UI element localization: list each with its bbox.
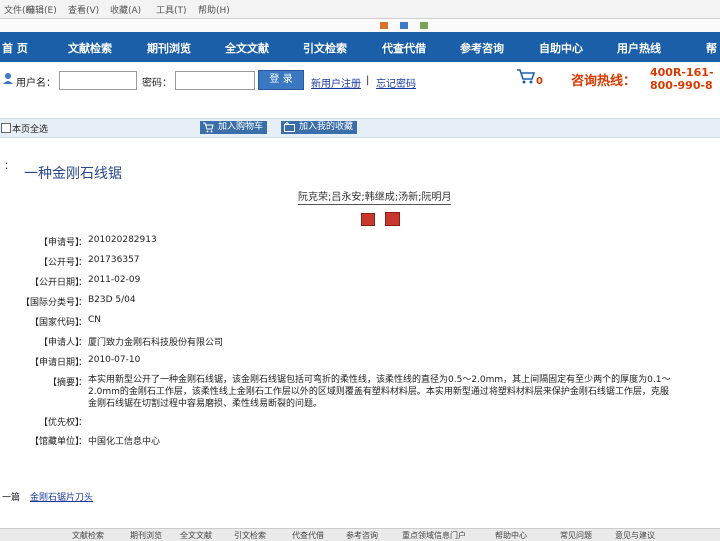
action-bar: 本页全选 加入购物车 加入我的收藏 [0,118,720,138]
hotline-number-2: 800-990-8 [650,79,713,92]
publication-number-value: 201736357 [88,255,140,265]
record-authors[interactable]: 阮克荣;吕永安;韩继成;汤新;阮明月 [298,188,452,205]
password-input[interactable] [175,71,255,90]
toolbar-icon[interactable] [400,22,408,29]
colon: ： [78,437,88,447]
colon: ： [78,298,88,308]
footer-document-delivery[interactable]: 代查代借 [292,530,324,541]
hotline-label: 咨询热线： [571,74,637,89]
nav-document-delivery[interactable]: 代查代借 [382,40,426,56]
nav-literature-search[interactable]: 文献检索 [68,40,112,56]
toolbar-icon[interactable] [380,22,388,29]
nav-self-service[interactable]: 自助中心 [539,40,583,56]
login-button[interactable]: 登 录 [258,70,304,90]
password-label: 密码： [142,78,172,89]
publication-date-value: 2011-02-09 [88,275,141,285]
folder-icon [284,122,295,132]
username-label: 用户名： [16,78,56,89]
hotline-number-1: 400R-161- [650,66,714,79]
nav-reference-consult[interactable]: 参考咨询 [460,40,504,56]
footer-citation-search[interactable]: 引文检索 [234,530,266,541]
nav-user-hotline[interactable]: 用户热线 [617,40,661,56]
related-link[interactable]: 金刚石锯片刀头 [30,490,93,503]
cart-icon [203,122,214,133]
add-cart-label: 加入购物车 [218,122,264,132]
footer-portal[interactable]: 重点领域信息门户 [402,530,466,541]
ipc-value: B23D 5/04 [88,295,136,305]
footer-nav: 文献检索 期刊浏览 全文文献 引文检索 代查代借 参考咨询 重点领域信息门户 帮… [0,528,720,541]
user-icon [2,72,14,84]
cart-count: 0 [536,76,543,87]
add-favorite-label: 加入我的收藏 [299,122,354,132]
applicant-value: 厦门致力金刚石科技股份有限公司 [88,338,224,348]
register-link[interactable]: 新用户注册 [311,75,361,90]
footer-help-center[interactable]: 帮助中心 [495,530,527,541]
nav-journal-browse[interactable]: 期刊浏览 [147,40,191,56]
application-date-value: 2010-07-10 [88,355,141,365]
colon: ： [78,278,88,288]
main-nav: 首 页 文献检索 期刊浏览 全文文献 引文检索 代查代借 参考咨询 自助中心 用… [0,32,720,62]
colon: ： [78,338,88,348]
menu-favorites[interactable]: 收藏(A) [110,3,141,16]
menu-edit[interactable]: 编辑(E) [26,3,57,16]
holding-agency-value: 中国化工信息中心 [88,437,161,447]
menu-tools[interactable]: 工具(T) [156,3,187,16]
abstract-value: 本实用新型公开了一种金刚石线锯，该金刚石线锯包括可弯折的柔性线，该柔性线的直径为… [88,375,671,409]
cart-icon[interactable] [516,68,536,84]
separator: | [366,75,370,86]
add-favorite-button[interactable]: 加入我的收藏 [281,121,358,134]
download-icon[interactable] [361,213,375,226]
application-number-value: 201020282913 [88,235,157,245]
folder-save-icon[interactable] [385,212,400,226]
menu-help[interactable]: 帮助(H) [198,3,230,16]
footer-feedback[interactable]: 意见与建议 [615,530,655,541]
colon: ： [78,238,88,248]
browser-menubar: 文件(F) 编辑(E) 查看(V) 收藏(A) 工具(T) 帮助(H) [0,0,720,19]
browser-toolbar [0,19,720,33]
record-title: 一种金刚石线锯 [24,166,122,182]
footer-literature-search[interactable]: 文献检索 [72,530,104,541]
add-cart-button[interactable]: 加入购物车 [200,121,268,134]
footer-journal-browse[interactable]: 期刊浏览 [130,530,162,541]
colon: ： [78,318,88,328]
footer-faq[interactable]: 常见问题 [560,530,592,541]
nav-citation-search[interactable]: 引文检索 [303,40,347,56]
footer-reference-consult[interactable]: 参考咨询 [346,530,378,541]
related-label: 一篇 [2,493,21,503]
footer-fulltext[interactable]: 全文文献 [180,530,212,541]
country-code-value: CN [88,315,102,325]
nav-help[interactable]: 帮 [706,40,717,56]
toolbar-icon[interactable] [420,22,428,29]
nav-home[interactable]: 首 页 [2,40,28,56]
forgot-password-link[interactable]: 忘记密码 [376,75,416,90]
colon: ： [78,358,88,368]
select-all-label: 本页全选 [12,125,49,135]
colon: ： [78,378,88,388]
select-all-checkbox[interactable] [1,123,11,133]
menu-view[interactable]: 查看(V) [68,3,99,16]
colon: ： [78,418,88,428]
title-prefix: ： [4,161,14,172]
colon: ： [78,258,88,268]
username-input[interactable] [59,71,137,90]
nav-fulltext[interactable]: 全文文献 [225,40,269,56]
login-bar: 用户名： 密码： 登 录 新用户注册 | 忘记密码 0 咨询热线： 400R-1… [0,62,720,96]
